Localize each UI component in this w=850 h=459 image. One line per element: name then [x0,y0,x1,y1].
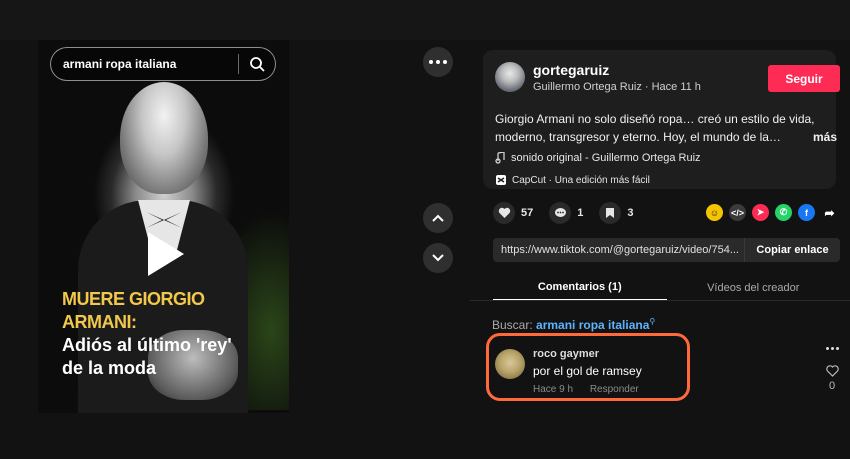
embed-icon[interactable]: </> [729,204,746,221]
related-search-term[interactable]: armani ropa italiana [536,318,649,332]
post-description: Giorgio Armani no solo diseñó ropa… creó… [495,110,837,146]
capcut-label: CapCut · Una edición más fácil [512,174,650,186]
comment-author[interactable]: roco gaymer [533,348,599,360]
chevron-down-icon [432,254,444,262]
dot-icon [836,347,839,350]
more-link[interactable]: más [813,128,837,146]
heart-outline-icon [825,365,839,377]
dot-icon [429,60,433,64]
avatar[interactable] [495,349,525,379]
comment-count: 1 [577,207,584,219]
dot-icon [831,347,834,350]
previous-video-button[interactable] [423,203,453,233]
tab-creator-videos[interactable]: Vídeos del creador [667,275,841,301]
follow-button[interactable]: Seguir [768,65,840,92]
chevron-up-icon [432,214,444,222]
copy-link-button[interactable]: Copiar enlace [744,238,840,262]
avatar[interactable] [495,62,525,92]
comment-like-count: 0 [828,380,836,392]
dot-icon [826,347,829,350]
next-video-button[interactable] [423,243,453,273]
capcut-icon [496,175,506,185]
heart-icon [498,207,510,218]
comment-button[interactable]: 1 [549,202,583,224]
friends-share-icon[interactable]: ☺ [706,204,723,221]
username[interactable]: gortegaruiz [533,62,609,78]
comment-more-button[interactable] [826,347,839,350]
comment-item: roco gaymer por el gol de ramsey Hace 9 … [486,333,690,401]
more-options-button[interactable] [423,47,453,77]
sound-label: sonido original - Guillermo Ortega Ruiz [511,152,701,164]
headline-line-2: Adiós al último 'rey' [62,335,232,355]
share-arrow-icon[interactable]: ➦ [821,204,838,221]
capcut-link[interactable]: CapCut · Una edición más fácil [495,171,650,189]
search-bar[interactable]: armani ropa italiana [50,47,276,81]
facebook-icon[interactable]: f [798,204,815,221]
comment-time: Hace 9 h [533,384,574,395]
post-panel: gortegaruiz Guillermo Ortega Ruiz · Hace… [470,40,850,459]
tab-comments[interactable]: Comentarios (1) [493,275,667,301]
tabs: Comentarios (1) Vídeos del creador [493,275,840,301]
top-bar [0,0,850,40]
bookmark-icon [606,208,615,218]
reply-button[interactable]: Responder [590,384,639,395]
link-bar: https://www.tiktok.com/@gortegaruiz/vide… [493,238,840,262]
play-icon[interactable] [148,232,184,276]
search-icon: ⚲ [649,317,656,326]
comment-icon [554,208,566,217]
music-note-icon [495,152,505,164]
search-icon[interactable] [239,47,275,81]
related-search: Buscar: armani ropa italiana⚲ [492,317,655,332]
share-options: ☺ </> ➤ ✆ f ➦ [706,204,838,221]
comment-text: por el gol de ramsey [533,364,642,378]
whatsapp-icon[interactable]: ✆ [775,204,792,221]
description-text: Giorgio Armani no solo diseñó ropa… creó… [495,112,815,144]
headline-line-1: MUERE GIORGIO ARMANI: [62,289,205,332]
post-meta: Guillermo Ortega Ruiz · Hace 11 h [533,81,701,93]
video-figure-head [120,82,208,194]
related-search-label: Buscar: [492,318,533,332]
tab-divider [470,300,850,301]
comment-like-button[interactable]: 0 [824,365,840,395]
sound-link[interactable]: sonido original - Guillermo Ortega Ruiz [495,152,701,164]
dot-icon [443,60,447,64]
dot-icon [436,60,440,64]
like-count: 57 [521,207,534,219]
post-card: gortegaruiz Guillermo Ortega Ruiz · Hace… [483,50,840,189]
video-player[interactable]: armani ropa italiana MUERE GIORGIO ARMAN… [38,40,289,413]
save-count: 3 [627,207,634,219]
send-icon[interactable]: ➤ [752,204,769,221]
headline-line-3: de la moda [62,358,157,378]
save-button[interactable]: 3 [599,202,634,224]
search-query[interactable]: armani ropa italiana [51,57,238,71]
video-headline: MUERE GIORGIO ARMANI: Adiós al último 'r… [62,288,282,380]
video-url[interactable]: https://www.tiktok.com/@gortegaruiz/vide… [493,244,744,256]
comment-meta: Hace 9 h Responder [533,384,639,395]
like-button[interactable]: 57 [493,202,533,224]
